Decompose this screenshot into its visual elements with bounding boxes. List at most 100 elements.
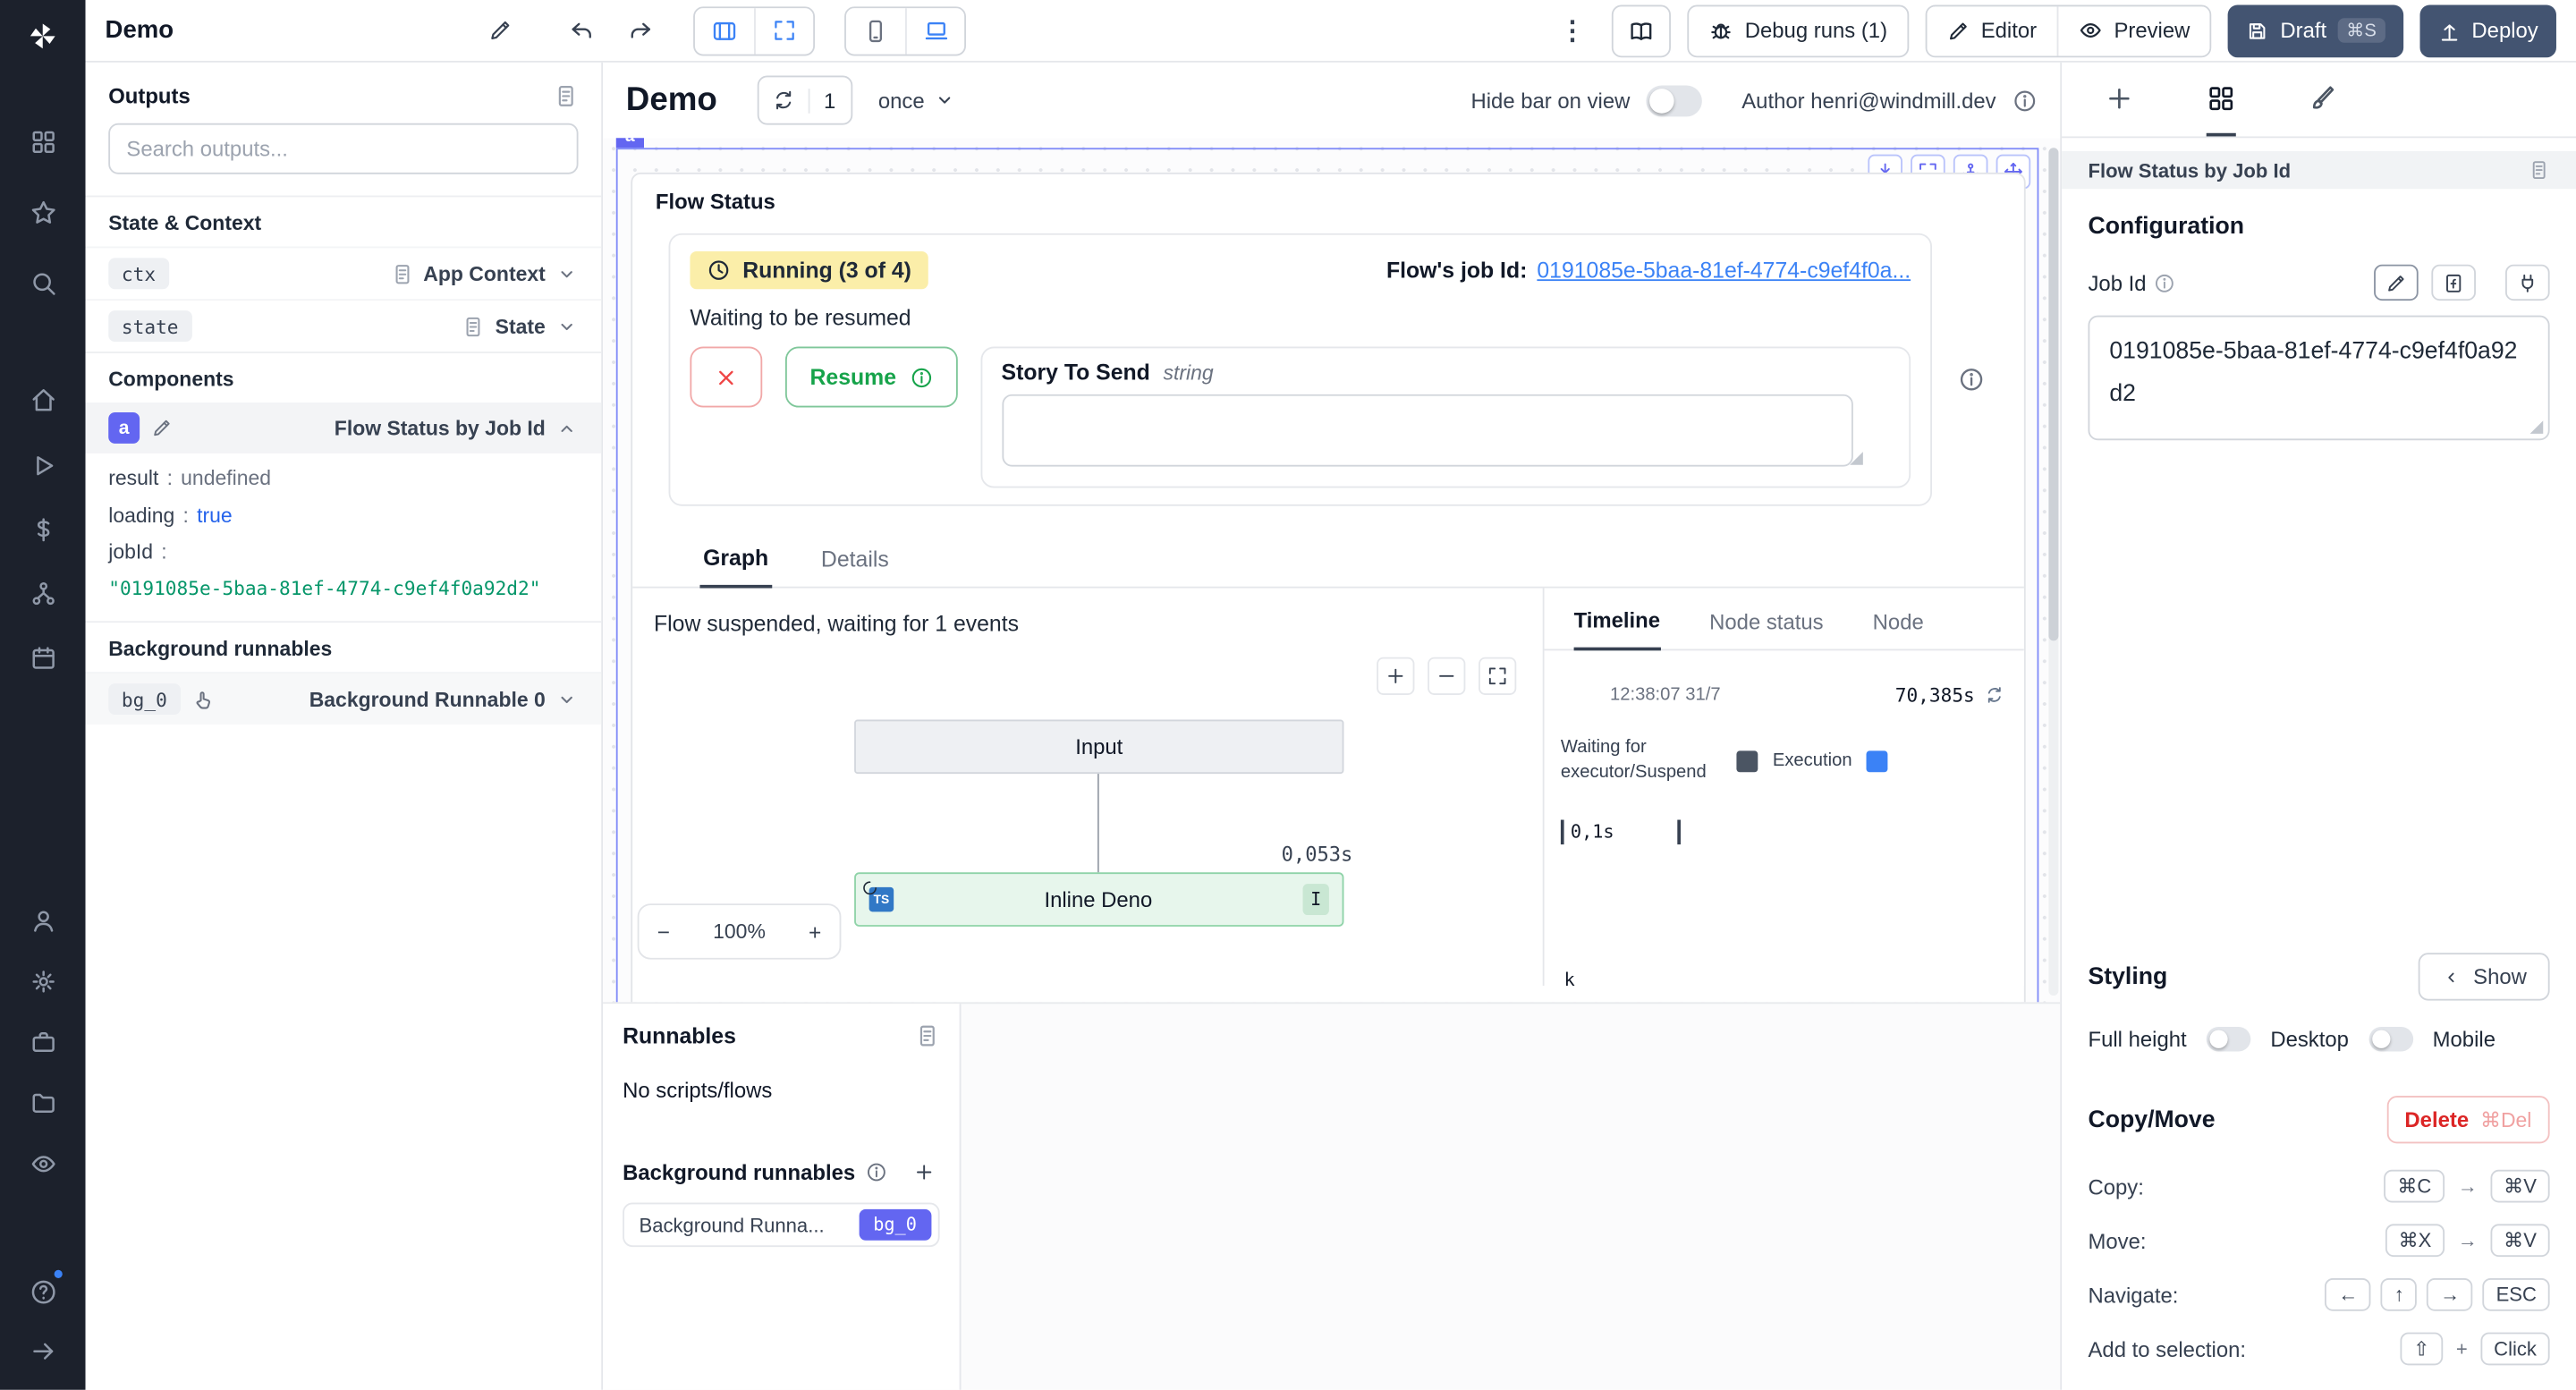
delete-component-button[interactable]: Delete ⌘Del: [2386, 1096, 2549, 1143]
canvas-app-title: Demo: [626, 81, 717, 119]
rail-help-button[interactable]: [13, 1262, 72, 1321]
rail-audit-button[interactable]: [13, 1133, 72, 1192]
pencil-icon: [2385, 272, 2407, 293]
waiting-legend-swatch: [1736, 750, 1758, 772]
flow-status-component: Flow Status Running (3 of 4) Flow's job …: [631, 173, 2025, 1003]
connect-button[interactable]: [2505, 265, 2550, 301]
expression-button[interactable]: [2431, 265, 2476, 301]
resume-button[interactable]: Resume: [785, 347, 957, 408]
docs-button[interactable]: [1612, 4, 1671, 57]
rail-variables-button[interactable]: [13, 499, 72, 558]
hide-bar-toggle[interactable]: [1647, 85, 1702, 116]
graph-zoom-out-button[interactable]: [1428, 657, 1465, 695]
timeline-bar-row-clipped: k: [1564, 970, 1575, 986]
job-id-input[interactable]: 0191085e-5baa-81ef-4774-c9ef4f0a92d2: [2088, 316, 2549, 441]
windmill-app-editor: Demo ⋮ Debug runs (1) Editor: [0, 0, 2576, 1390]
minus-icon: [1436, 665, 1457, 687]
fullscreen-toggle[interactable]: [754, 7, 813, 53]
graph-node-input[interactable]: Input: [854, 719, 1343, 774]
job-id-field-label: Job Id: [2088, 270, 2146, 295]
refresh-button[interactable]: [758, 77, 808, 123]
deploy-button[interactable]: Deploy: [2419, 4, 2556, 57]
add-background-runnable-button[interactable]: [907, 1155, 940, 1188]
book-icon: [1628, 17, 1654, 43]
graph-zoom-in-button[interactable]: [1377, 657, 1414, 695]
selected-component-a[interactable]: a Flow Status Running (3 of 4): [616, 148, 2039, 1002]
tab-node[interactable]: Node: [1873, 608, 1924, 649]
refresh-icon: [771, 89, 794, 112]
component-settings-tab[interactable]: [2207, 63, 2236, 137]
rail-home-button[interactable]: [13, 369, 72, 428]
flow-graph[interactable]: Flow suspended, waiting for 1 events Inp…: [632, 589, 1543, 986]
debug-runs-button[interactable]: Debug runs (1): [1687, 4, 1908, 57]
rename-app-button[interactable]: [477, 7, 522, 53]
cancel-button[interactable]: [690, 347, 762, 408]
desktop-view-toggle[interactable]: [905, 7, 964, 53]
static-value-button[interactable]: [2374, 265, 2419, 301]
zoom-out-button[interactable]: −: [657, 920, 670, 945]
pencil-icon: [1946, 19, 1970, 42]
tab-details[interactable]: Details: [818, 532, 892, 587]
background-runnable-item[interactable]: Background Runna... bg_0: [623, 1202, 939, 1247]
rail-settings-button[interactable]: [13, 951, 72, 1010]
refresh-icon[interactable]: [1985, 685, 2004, 705]
rail-jobs-button[interactable]: [13, 1012, 72, 1071]
background-runnable-row[interactable]: bg_0 Background Runnable 0: [86, 673, 602, 725]
draft-button[interactable]: Draft ⌘S: [2228, 4, 2403, 57]
laptop-icon: [922, 17, 948, 43]
resize-grip[interactable]: [2530, 421, 2544, 435]
zoom-in-button[interactable]: +: [809, 920, 821, 945]
job-id-link[interactable]: 0191085e-5baa-81ef-4774-c9ef4f0a...: [1537, 258, 1911, 283]
canvas-scrollbar[interactable]: [2048, 148, 2058, 996]
rail-favorites-button[interactable]: [13, 182, 72, 242]
tab-timeline[interactable]: Timeline: [1574, 608, 1660, 651]
state-row[interactable]: state State: [86, 299, 602, 352]
graph-node-inline-deno[interactable]: TS Inline Deno I: [854, 872, 1343, 927]
more-menu-button[interactable]: ⋮: [1549, 7, 1595, 53]
rail-account-button[interactable]: [13, 891, 72, 950]
ctx-row[interactable]: ctx App Context: [86, 247, 602, 300]
save-icon: [2246, 19, 2269, 42]
flow-icon: [29, 579, 56, 606]
styling-tab[interactable]: [2309, 63, 2338, 137]
insert-component-tab[interactable]: [2105, 63, 2134, 137]
rail-search-button[interactable]: [13, 253, 72, 312]
component-a-row[interactable]: a Flow Status by Job Id: [86, 403, 602, 453]
rail-schedules-button[interactable]: [13, 628, 72, 687]
tab-graph[interactable]: Graph: [699, 532, 771, 588]
shortcut-row-add-selection: Add to selection: ⇧ + Click: [2088, 1331, 2549, 1367]
rail-runs-button[interactable]: [13, 436, 72, 495]
resize-grip[interactable]: [1850, 452, 1863, 465]
windmill-logo[interactable]: [20, 13, 65, 59]
graph-fullscreen-button[interactable]: [1479, 657, 1516, 695]
rail-flows-button[interactable]: [13, 564, 72, 623]
redo-button[interactable]: [618, 7, 664, 53]
preview-tab[interactable]: Preview: [2056, 5, 2209, 55]
undo-button[interactable]: [558, 7, 604, 53]
doc-icon: [915, 1023, 940, 1048]
desktop-toggle[interactable]: [2368, 1027, 2413, 1052]
mobile-view-toggle[interactable]: [846, 7, 905, 53]
ts-badge: TS: [869, 887, 894, 912]
editor-panels-toggle[interactable]: [695, 7, 754, 53]
waiting-text: Waiting to be resumed: [690, 306, 1911, 331]
info-icon[interactable]: [1958, 367, 1984, 393]
full-height-toggle[interactable]: [2207, 1027, 2251, 1052]
state-context-heading: State & Context: [86, 196, 602, 247]
function-icon: [2443, 272, 2464, 293]
show-styling-button[interactable]: Show: [2419, 953, 2550, 1000]
timeline-bar-row: 0,1s: [1561, 819, 2024, 844]
info-icon: [2012, 88, 2038, 113]
scrollbar-thumb[interactable]: [2048, 148, 2058, 640]
rail-folders-button[interactable]: [13, 1072, 72, 1131]
app-canvas[interactable]: a Flow Status Running (3 of 4): [603, 138, 2060, 1002]
rail-apps-button[interactable]: [13, 112, 72, 171]
editor-tab[interactable]: Editor: [1927, 5, 2056, 55]
schedule-select[interactable]: once: [869, 88, 966, 113]
key-chip: ←: [2326, 1278, 2371, 1311]
rail-collapse-button[interactable]: [13, 1321, 72, 1380]
key-chip: ESC: [2483, 1278, 2550, 1311]
tab-node-status[interactable]: Node status: [1709, 608, 1823, 649]
story-to-send-input[interactable]: [1002, 394, 1854, 467]
search-outputs-input[interactable]: [108, 123, 578, 174]
